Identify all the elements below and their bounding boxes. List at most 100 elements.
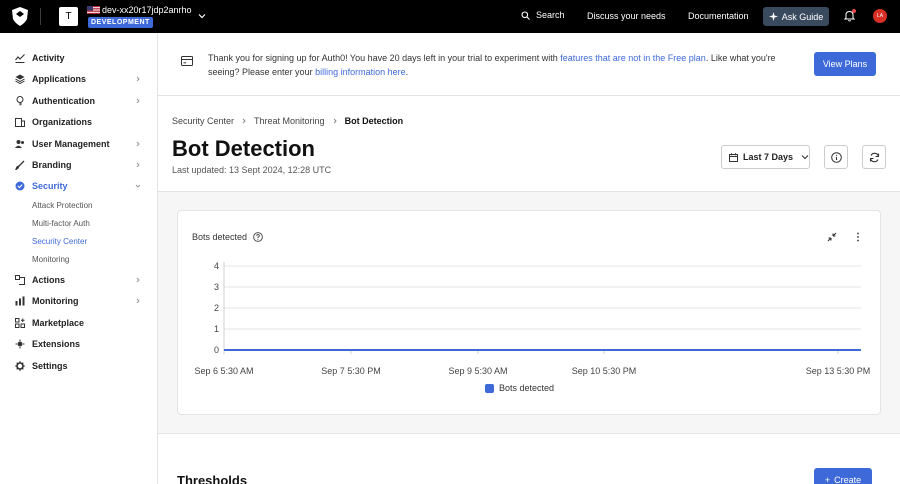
sidebar-item-label: Organizations bbox=[32, 117, 93, 127]
sidebar-subitem-attack-protection[interactable]: Attack Protection bbox=[32, 201, 92, 210]
sidebar-item-security[interactable]: Security bbox=[0, 176, 157, 196]
sidebar-item-label: User Management bbox=[32, 139, 110, 149]
banner-text-1: Thank you for signing up for Auth0! You … bbox=[208, 53, 561, 63]
chevron-right-icon bbox=[136, 76, 140, 82]
x-tick-label: Sep 7 5:30 PM bbox=[321, 366, 381, 376]
top-bar: T dev-xx20r17jdp2anrho DEVELOPMENT Searc… bbox=[0, 0, 900, 33]
sidebar-item-marketplace[interactable]: Marketplace bbox=[0, 313, 157, 333]
sidebar-item-extensions[interactable]: Extensions bbox=[0, 334, 157, 354]
sidebar-item-label: Actions bbox=[32, 275, 66, 285]
sidebar-subitem-mfa[interactable]: Multi-factor Auth bbox=[32, 219, 90, 228]
sidebar-item-user-management[interactable]: User Management bbox=[0, 134, 157, 154]
page-title: Bot Detection bbox=[172, 136, 315, 161]
chevron-right-icon bbox=[242, 118, 246, 124]
bots-detected-chart: 0 1 2 3 4 Sep 6 5:30 AM Sep 7 5:30 PM Sep 9 5:3… bbox=[194, 261, 871, 376]
tenant-name[interactable]: dev-xx20r17jdp2anrho bbox=[102, 5, 192, 15]
info-icon bbox=[830, 151, 842, 163]
settings-icon bbox=[15, 361, 25, 371]
x-tick-label: Sep 9 5:30 AM bbox=[448, 366, 507, 376]
chevron-right-icon bbox=[136, 162, 140, 168]
refresh-button[interactable] bbox=[862, 145, 886, 169]
x-tick-label: Sep 13 5:30 PM bbox=[806, 366, 871, 376]
x-tick-label: Sep 6 5:30 AM bbox=[194, 366, 253, 376]
tenant-env-badge: DEVELOPMENT bbox=[88, 17, 153, 28]
sidebar-item-label: Branding bbox=[32, 160, 72, 170]
free-plan-features-link[interactable]: features that are not in the Free plan bbox=[560, 53, 706, 63]
chart-legend[interactable]: Bots detected bbox=[485, 383, 554, 393]
security-icon bbox=[15, 181, 25, 191]
us-flag-icon bbox=[87, 6, 100, 14]
content-area: Bots detected 0 1 2 3 4 Sep 6 5:30 AM Sep 7 5:… bbox=[158, 192, 900, 434]
page-header: Security Center Threat Monitoring Bot De… bbox=[158, 96, 900, 192]
info-button[interactable] bbox=[824, 145, 848, 169]
calendar-icon bbox=[729, 152, 738, 162]
last-updated-text: Last updated: 13 Sept 2024, 12:28 UTC bbox=[172, 165, 332, 175]
date-range-select[interactable]: Last 7 Days bbox=[721, 145, 810, 169]
sidebar-item-organizations[interactable]: Organizations bbox=[0, 112, 157, 132]
sidebar-item-branding[interactable]: Branding bbox=[0, 155, 157, 175]
sidebar-item-label: Settings bbox=[32, 361, 68, 371]
create-threshold-button[interactable]: + Create bbox=[814, 468, 872, 484]
organizations-icon bbox=[15, 118, 25, 127]
chevron-down-icon bbox=[801, 155, 809, 160]
sidebar-item-label: Authentication bbox=[32, 96, 95, 106]
y-tick-label: 1 bbox=[214, 324, 219, 334]
sidebar-item-label: Applications bbox=[32, 74, 87, 84]
banner-text-3: . bbox=[405, 67, 409, 77]
sidebar-item-monitoring[interactable]: Monitoring bbox=[0, 291, 157, 311]
sidebar-item-activity[interactable]: Activity bbox=[0, 48, 157, 68]
thresholds-heading: Thresholds bbox=[177, 473, 248, 484]
chevron-down-icon bbox=[135, 184, 141, 188]
monitoring-icon bbox=[15, 296, 25, 306]
refresh-icon bbox=[869, 152, 879, 162]
sidebar-subitem-security-center[interactable]: Security Center bbox=[32, 237, 87, 246]
chevron-down-icon[interactable] bbox=[198, 12, 206, 20]
y-tick-label: 3 bbox=[214, 282, 219, 292]
search-button[interactable]: Search bbox=[521, 10, 565, 20]
breadcrumb-security-center[interactable]: Security Center bbox=[172, 116, 234, 126]
plus-icon: + bbox=[824, 475, 831, 484]
x-tick-label: Sep 10 5:30 PM bbox=[572, 366, 637, 376]
breadcrumb-bot-detection: Bot Detection bbox=[344, 116, 404, 126]
main-content: Thank you for signing up for Auth0! You … bbox=[158, 33, 900, 484]
user-avatar[interactable]: LA bbox=[873, 9, 887, 23]
search-label: Search bbox=[536, 10, 565, 20]
sidebar-item-applications[interactable]: Applications bbox=[0, 69, 157, 89]
billing-info-link[interactable]: billing information here bbox=[315, 67, 406, 77]
chevron-right-icon bbox=[333, 118, 337, 124]
sidebar-item-actions[interactable]: Actions bbox=[0, 270, 157, 290]
chevron-right-icon bbox=[136, 298, 140, 304]
search-icon bbox=[521, 10, 530, 20]
ask-guide-button[interactable]: Ask Guide bbox=[763, 7, 829, 26]
marketplace-icon bbox=[15, 318, 25, 328]
sidebar-item-authentication[interactable]: Authentication bbox=[0, 91, 157, 111]
sidebar-item-label: Extensions bbox=[32, 339, 81, 349]
date-range-label: Last 7 Days bbox=[743, 152, 794, 162]
y-tick-label: 2 bbox=[214, 303, 219, 313]
documentation-link[interactable]: Documentation bbox=[688, 11, 749, 21]
breadcrumb-threat-monitoring[interactable]: Threat Monitoring bbox=[254, 116, 325, 126]
trial-banner: Thank you for signing up for Auth0! You … bbox=[158, 33, 900, 96]
sidebar: Activity Applications Authentication Org… bbox=[0, 33, 158, 484]
notification-dot bbox=[852, 9, 856, 13]
sidebar-item-label: Monitoring bbox=[32, 296, 79, 306]
banner-message: Thank you for signing up for Auth0! You … bbox=[208, 51, 783, 79]
view-plans-button[interactable]: View Plans bbox=[814, 52, 876, 76]
sidebar-subitem-monitoring[interactable]: Monitoring bbox=[32, 255, 69, 264]
sidebar-item-label: Security bbox=[32, 181, 68, 191]
tenant-avatar[interactable]: T bbox=[59, 7, 78, 26]
ask-guide-label: Ask Guide bbox=[781, 11, 824, 22]
discuss-link[interactable]: Discuss your needs bbox=[587, 11, 666, 21]
sidebar-item-settings[interactable]: Settings bbox=[0, 356, 157, 376]
y-tick-label: 4 bbox=[214, 261, 219, 271]
legend-label: Bots detected bbox=[499, 383, 555, 393]
branding-icon bbox=[15, 160, 25, 170]
topbar-divider bbox=[40, 8, 41, 25]
applications-icon bbox=[15, 74, 25, 84]
bots-detected-card: Bots detected 0 1 2 3 4 Sep 6 5:30 AM Sep 7 5:… bbox=[177, 210, 881, 415]
auth0-logo-icon[interactable] bbox=[12, 7, 28, 26]
sidebar-item-label: Activity bbox=[32, 53, 65, 63]
chevron-right-icon bbox=[136, 277, 140, 283]
sidebar-item-label: Marketplace bbox=[32, 318, 85, 328]
credit-card-icon bbox=[181, 56, 193, 66]
